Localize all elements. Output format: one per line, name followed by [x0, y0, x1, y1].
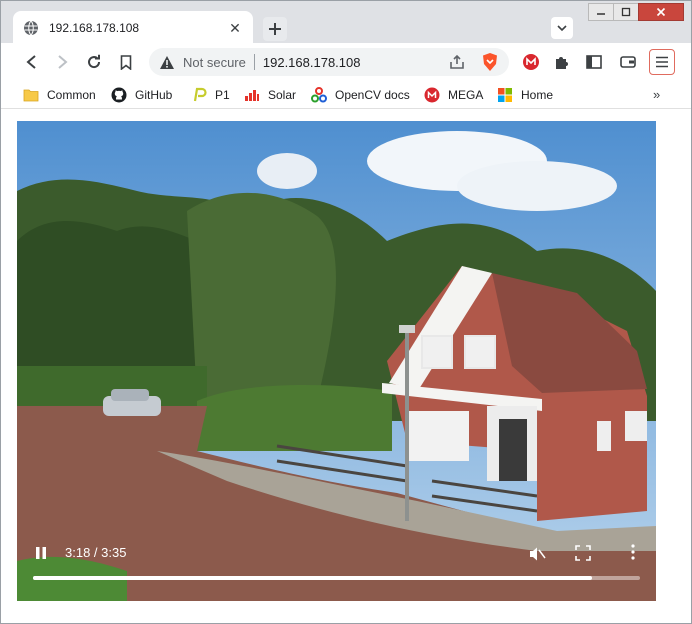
github-icon — [111, 87, 127, 103]
bookmark-label: P1 — [215, 88, 230, 102]
sidebar-button[interactable] — [581, 49, 607, 75]
reload-icon — [88, 54, 101, 69]
mega-extension-button[interactable] — [518, 49, 544, 75]
bookmark-label: Home — [521, 88, 554, 102]
p1-icon — [191, 87, 207, 103]
mega-icon — [523, 54, 539, 70]
bookmarks-bar: Common GitHub P1 Solar OpenCV docs MEGA … — [1, 80, 691, 109]
tab-close-button[interactable]: ✕ — [227, 20, 243, 36]
reload-button[interactable] — [81, 49, 107, 75]
hamburger-menu-icon — [656, 56, 668, 68]
minimize-icon — [597, 13, 605, 15]
close-window-button[interactable] — [638, 3, 684, 21]
fullscreen-icon[interactable] — [575, 545, 591, 561]
bookmarks-overflow-button[interactable]: » — [653, 87, 660, 102]
globe-icon — [24, 20, 38, 36]
toolbar: Not secure 192.168.178.108 — [1, 43, 691, 80]
wallet-button[interactable] — [615, 49, 641, 75]
back-button[interactable] — [19, 49, 45, 75]
chevron-down-icon — [557, 25, 567, 32]
browser-window: 192.168.178.108 ✕ Not secure 192.168.178… — [0, 0, 692, 624]
seek-bar[interactable] — [33, 576, 640, 580]
menu-button[interactable] — [649, 49, 675, 75]
bookmark-label: MEGA — [448, 88, 484, 102]
share-icon[interactable] — [449, 54, 465, 70]
maximize-button[interactable] — [613, 3, 639, 21]
tab-search-button[interactable] — [551, 17, 573, 39]
opencv-icon — [311, 87, 327, 103]
bookmark-label: OpenCV docs — [335, 88, 410, 102]
tab-title: 192.168.178.108 — [49, 21, 140, 35]
bookmark-p1[interactable]: P1 — [191, 85, 230, 105]
bookmark-mega[interactable]: MEGA — [424, 85, 483, 105]
home-icon — [497, 87, 513, 103]
page-content: 3:18 / 3:35 — [1, 109, 691, 623]
minimize-button[interactable] — [588, 3, 614, 21]
plus-icon — [269, 23, 281, 35]
extensions-button[interactable] — [549, 49, 575, 75]
new-tab-button[interactable] — [263, 17, 287, 41]
bookmark-github[interactable]: GitHub — [111, 85, 172, 105]
video-player[interactable]: 3:18 / 3:35 — [17, 121, 656, 601]
bookmark-label: GitHub — [135, 88, 173, 102]
address-bar[interactable]: Not secure 192.168.178.108 — [149, 48, 509, 76]
forward-button[interactable] — [49, 49, 75, 75]
mega-icon — [424, 87, 440, 103]
bookmark-label: Solar — [268, 88, 297, 102]
bookmark-home[interactable]: Home — [497, 85, 553, 105]
video-time: 3:18 / 3:35 — [65, 545, 127, 560]
close-icon — [656, 7, 666, 17]
tab-strip: 192.168.178.108 ✕ — [1, 1, 691, 45]
solar-icon — [244, 87, 260, 103]
bookmark-button[interactable] — [113, 49, 139, 75]
warning-icon — [160, 55, 174, 69]
mute-icon[interactable] — [528, 545, 546, 563]
bookmark-opencv-docs[interactable]: OpenCV docs — [311, 85, 410, 105]
sidebar-icon — [586, 55, 602, 69]
wallet-icon — [620, 56, 636, 68]
bookmark-common[interactable]: Common — [23, 85, 96, 105]
more-options-icon[interactable] — [627, 543, 639, 561]
arrow-left-icon — [26, 55, 36, 69]
pause-icon[interactable] — [33, 545, 49, 561]
arrow-right-icon — [58, 55, 68, 69]
brave-shield-icon[interactable] — [481, 52, 499, 72]
security-label[interactable]: Not secure — [183, 55, 246, 70]
bookmark-icon — [120, 54, 132, 70]
folder-icon — [23, 87, 39, 103]
divider — [253, 54, 255, 70]
video-frame — [17, 121, 656, 601]
puzzle-icon — [556, 57, 568, 69]
url-text[interactable]: 192.168.178.108 — [263, 55, 361, 70]
seek-bar-progress — [33, 576, 592, 580]
maximize-icon — [621, 7, 631, 17]
tab-active[interactable]: 192.168.178.108 ✕ — [13, 11, 253, 45]
bookmark-label: Common — [47, 88, 96, 102]
bookmark-solar[interactable]: Solar — [244, 85, 296, 105]
